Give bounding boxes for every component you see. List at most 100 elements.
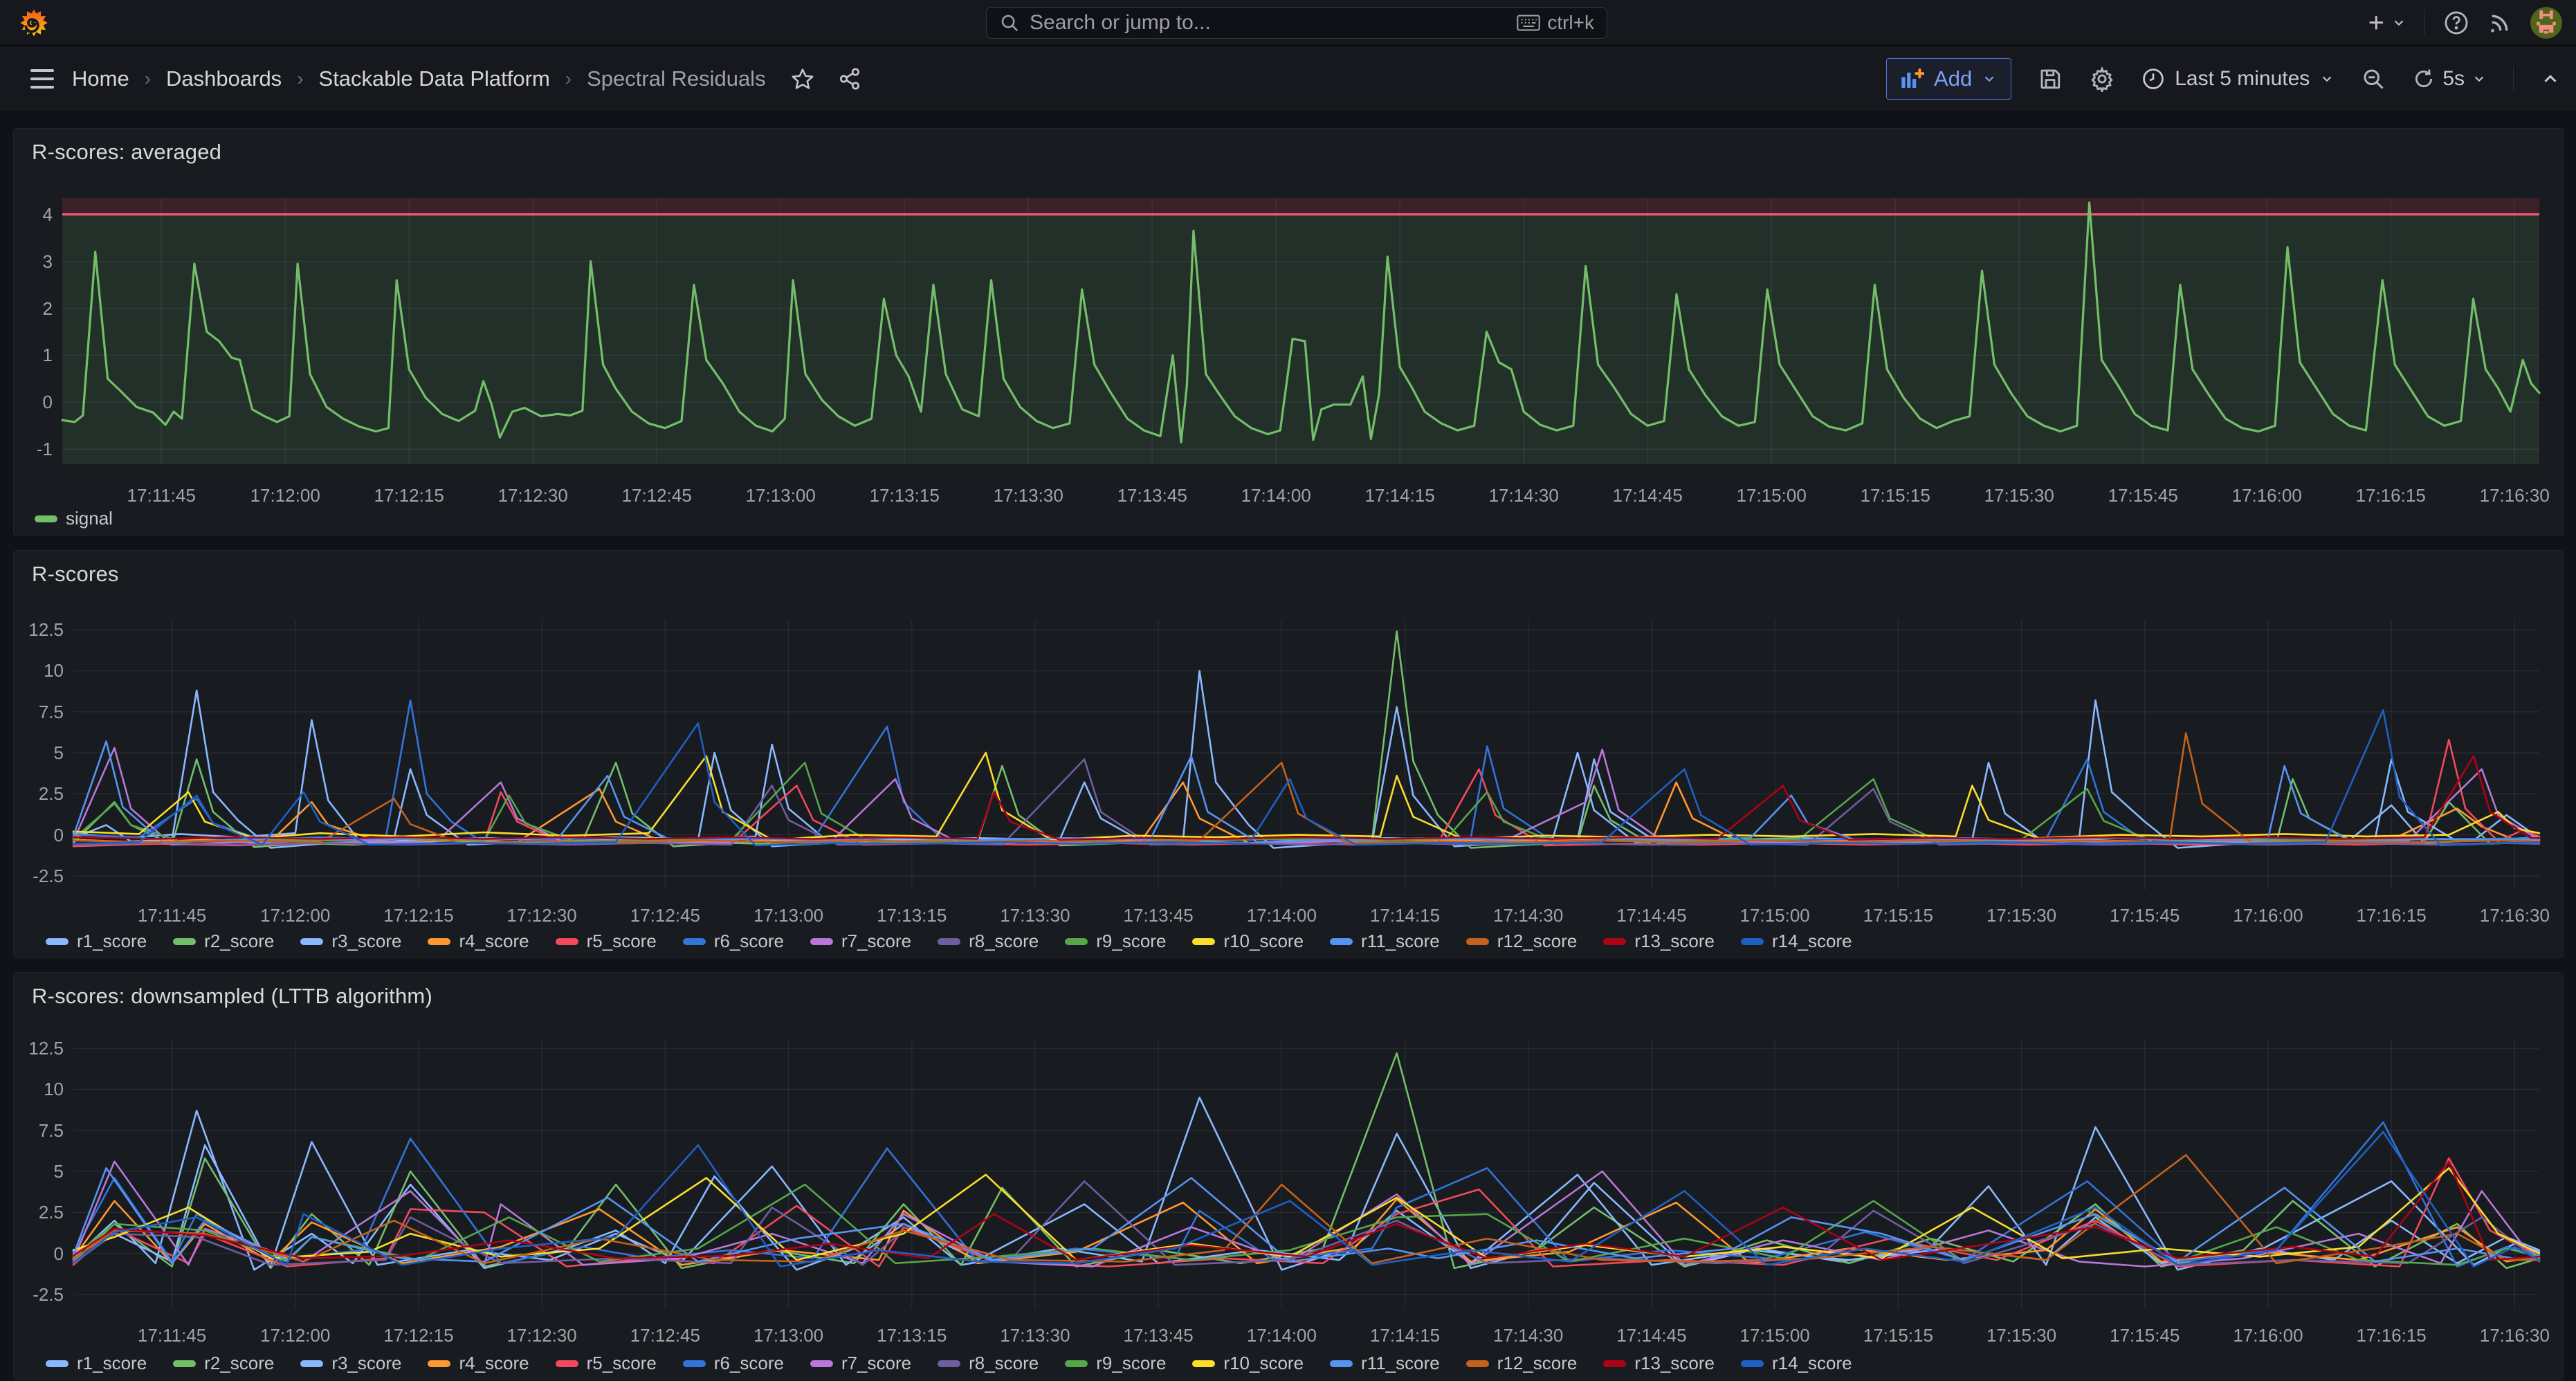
legend-swatch — [173, 1360, 196, 1367]
legend-item-r12_score[interactable]: r12_score — [1466, 1353, 1578, 1374]
legend-item-r5_score[interactable]: r5_score — [556, 1353, 657, 1374]
timeseries-chart[interactable]: 12.5107.552.50-2.517:11:4517:12:0017:12:… — [14, 973, 2563, 1380]
y-axis-tick: 10 — [14, 1079, 64, 1100]
legend-item-r14_score[interactable]: r14_score — [1741, 931, 1852, 952]
legend-item-r7_score[interactable]: r7_score — [810, 931, 911, 952]
divider — [2513, 66, 2514, 92]
news-button[interactable] — [2487, 10, 2512, 35]
legend-swatch — [1466, 938, 1489, 945]
add-button[interactable]: Add — [1886, 58, 2011, 100]
panel-rscores-averaged: R-scores: averaged 43210-117:11:4517:12:… — [13, 128, 2564, 536]
legend-item-r6_score[interactable]: r6_score — [683, 931, 784, 952]
legend-item-r8_score[interactable]: r8_score — [938, 1353, 1039, 1374]
new-menu-button[interactable]: + — [2368, 9, 2406, 37]
timeseries-chart[interactable]: 43210-117:11:4517:12:0017:12:1517:12:301… — [14, 129, 2563, 536]
x-axis-tick: 17:14:15 — [1370, 1325, 1440, 1346]
legend-item-r11_score[interactable]: r11_score — [1330, 1353, 1440, 1374]
help-button[interactable] — [2443, 10, 2469, 36]
search-input[interactable]: Search or jump to... ctrl+k — [986, 7, 1607, 39]
x-axis-tick: 17:14:15 — [1370, 905, 1440, 926]
legend-item-r1_score[interactable]: r1_score — [46, 931, 147, 952]
share-button[interactable] — [838, 67, 861, 91]
x-axis-tick: 17:14:00 — [1247, 905, 1317, 926]
share-icon — [838, 67, 861, 91]
x-axis-tick: 17:14:00 — [1241, 485, 1311, 506]
grafana-logo[interactable] — [19, 8, 48, 37]
x-axis-tick: 17:15:00 — [1740, 905, 1810, 926]
legend-item-r4_score[interactable]: r4_score — [428, 931, 529, 952]
plot-area[interactable] — [14, 973, 2563, 1381]
x-axis-tick: 17:11:45 — [138, 905, 206, 926]
legend-item-r3_score[interactable]: r3_score — [300, 1353, 401, 1374]
x-axis-tick: 17:16:15 — [2357, 905, 2427, 926]
legend-item-r2_score[interactable]: r2_score — [173, 1353, 274, 1374]
legend-label: r1_score — [77, 931, 147, 952]
legend-item-r4_score[interactable]: r4_score — [428, 1353, 529, 1374]
y-axis-tick: 3 — [14, 251, 53, 273]
legend-item-r9_score[interactable]: r9_score — [1065, 1353, 1166, 1374]
plot-area[interactable] — [14, 129, 2563, 537]
favorite-button[interactable] — [791, 67, 814, 91]
breadcrumb-home[interactable]: Home — [72, 66, 129, 91]
legend-swatch — [1192, 938, 1215, 945]
legend-swatch — [810, 1360, 833, 1367]
legend-item-signal[interactable]: signal — [35, 508, 113, 529]
legend-item-r11_score[interactable]: r11_score — [1330, 931, 1440, 952]
legend-item-r1_score[interactable]: r1_score — [46, 1353, 147, 1374]
legend-item-r10_score[interactable]: r10_score — [1192, 931, 1304, 952]
legend-swatch — [35, 515, 57, 522]
breadcrumb-dashboards[interactable]: Dashboards — [166, 66, 282, 91]
timeseries-chart[interactable]: 12.5107.552.50-2.517:11:4517:12:0017:12:… — [14, 551, 2563, 958]
zoom-out-button[interactable] — [2361, 66, 2386, 91]
x-axis-tick: 17:12:15 — [383, 1325, 453, 1346]
panel-rscores-downsampled: R-scores: downsampled (LTTB algorithm) 1… — [13, 972, 2564, 1380]
legend-item-r9_score[interactable]: r9_score — [1065, 931, 1166, 952]
chevron-up-icon — [2540, 68, 2561, 89]
legend: signal — [35, 508, 113, 529]
y-axis-tick: 2 — [14, 298, 53, 320]
y-axis-tick: 12.5 — [14, 1038, 64, 1059]
legend-item-r5_score[interactable]: r5_score — [556, 931, 657, 952]
menu-toggle-button[interactable] — [30, 69, 54, 89]
dashboard-settings-button[interactable] — [2089, 66, 2115, 92]
save-dashboard-button[interactable] — [2038, 66, 2063, 91]
x-axis-tick: 17:12:30 — [498, 485, 568, 506]
breadcrumb-current: Spectral Residuals — [587, 66, 765, 91]
y-axis-tick: 5 — [14, 742, 64, 764]
legend-item-r13_score[interactable]: r13_score — [1603, 931, 1715, 952]
time-range-picker[interactable]: Last 5 minutes — [2141, 67, 2335, 91]
x-axis-tick: 17:13:30 — [1000, 905, 1070, 926]
x-axis-tick: 17:14:45 — [1616, 1325, 1686, 1346]
y-axis-tick: 5 — [14, 1161, 64, 1182]
legend-swatch — [428, 938, 450, 945]
x-axis-tick: 17:13:00 — [753, 905, 823, 926]
legend-item-r10_score[interactable]: r10_score — [1192, 1353, 1304, 1374]
collapse-menu-button[interactable] — [2540, 68, 2561, 89]
legend-item-r12_score[interactable]: r12_score — [1466, 931, 1578, 952]
legend-item-r8_score[interactable]: r8_score — [938, 931, 1039, 952]
legend-swatch — [1065, 938, 1088, 945]
legend-item-r2_score[interactable]: r2_score — [173, 931, 274, 952]
plot-area[interactable] — [14, 551, 2563, 959]
x-axis-tick: 17:13:45 — [1124, 905, 1194, 926]
breadcrumb-folder[interactable]: Stackable Data Platform — [319, 66, 550, 91]
x-axis-tick: 17:12:45 — [630, 1325, 700, 1346]
legend-item-r14_score[interactable]: r14_score — [1741, 1353, 1852, 1374]
legend-item-r3_score[interactable]: r3_score — [300, 931, 401, 952]
search-placeholder: Search or jump to... — [1030, 11, 1507, 35]
legend-label: r4_score — [459, 931, 529, 952]
legend-label: r12_score — [1497, 931, 1578, 952]
legend-item-r7_score[interactable]: r7_score — [810, 1353, 911, 1374]
legend-item-r6_score[interactable]: r6_score — [683, 1353, 784, 1374]
x-axis-tick: 17:16:30 — [2480, 1325, 2550, 1346]
avatar[interactable] — [2530, 7, 2562, 39]
legend-swatch — [173, 938, 196, 945]
refresh-picker[interactable]: 5s — [2412, 67, 2487, 91]
add-label: Add — [1934, 66, 1972, 91]
legend-label: r1_score — [77, 1353, 147, 1374]
x-axis-tick: 17:14:45 — [1613, 485, 1683, 506]
legend-item-r13_score[interactable]: r13_score — [1603, 1353, 1715, 1374]
legend-label: r7_score — [841, 1353, 911, 1374]
series-line-r9_score — [73, 762, 2539, 842]
series-line-r5_score — [73, 740, 2539, 846]
